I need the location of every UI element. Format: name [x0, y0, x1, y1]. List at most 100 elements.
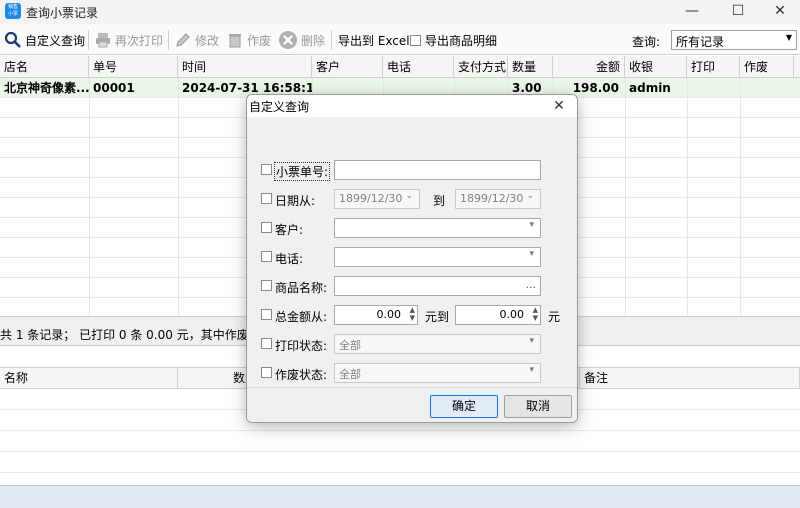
void-status-label: 作废状态:: [275, 368, 328, 382]
list-item: [0, 452, 800, 473]
void-label: 作废: [247, 33, 272, 48]
toolbar-separator: [331, 30, 332, 50]
toolbar-separator: [88, 30, 89, 50]
ok-button[interactable]: 确定: [430, 395, 498, 418]
amount-from-spinner[interactable]: 0.00 ▲ ▼: [334, 305, 418, 325]
dialog-title-bar: 自定义查询 ✕: [247, 95, 577, 117]
cell-store: 北京神奇像素...: [4, 81, 89, 95]
column-header-customer[interactable]: 客户: [312, 56, 383, 78]
void-status-select[interactable]: 全部 ▾: [334, 363, 541, 383]
receipt-grid-header: 店名 单号 时间 客户 电话 支付方式 数量 金额 收银 打印 作废: [0, 56, 800, 78]
receipt-no-input[interactable]: [334, 160, 541, 180]
spinner-arrows-icon[interactable]: ▲ ▼: [410, 306, 415, 322]
column-header-qty[interactable]: 数量: [508, 56, 553, 78]
amount-to-label: 元到: [425, 310, 450, 324]
customer-label: 客户:: [275, 223, 304, 237]
customer-checkbox[interactable]: [261, 222, 272, 233]
chevron-down-icon: ▾: [529, 249, 534, 259]
trash-icon: [229, 34, 241, 48]
grid-column-line: [89, 78, 90, 316]
print-status-select[interactable]: 全部 ▾: [334, 334, 541, 354]
query-label: 查询:: [632, 35, 661, 49]
customer-select[interactable]: ▾: [334, 218, 541, 238]
phone-select[interactable]: ▾: [334, 247, 541, 267]
cell-cashier: admin: [629, 81, 671, 95]
minimize-button[interactable]: —: [670, 0, 714, 24]
delete-button[interactable]: 删除: [278, 28, 325, 52]
pencil-icon: [176, 33, 190, 47]
printer-icon: [96, 33, 110, 48]
product-checkbox[interactable]: [261, 280, 272, 291]
column-header-voided[interactable]: 作废: [740, 56, 794, 78]
column-header-store[interactable]: 店名: [0, 56, 89, 78]
chevron-down-icon: ⌄: [405, 191, 413, 201]
void-status-value: 全部: [339, 368, 361, 381]
column-header-number[interactable]: 单号: [89, 56, 178, 78]
date-checkbox[interactable]: [261, 193, 272, 204]
void-status-checkbox[interactable]: [261, 367, 272, 378]
dialog-body: 小票单号: 日期从: 1899/12/30 ⌄ 到 1899/12/30 ⌄ 客…: [247, 117, 577, 387]
print-status-value: 全部: [339, 339, 361, 352]
toolbar-separator: [168, 30, 169, 50]
amount-from-value: 0.00: [376, 308, 402, 321]
list-item: [0, 431, 800, 452]
column-header-printed[interactable]: 打印: [687, 56, 740, 78]
maximize-button[interactable]: ☐: [716, 0, 760, 24]
browse-ellipsis-icon[interactable]: ...: [526, 278, 537, 291]
date-from-value: 1899/12/30: [339, 192, 403, 205]
receipt-no-label: 小票单号:: [273, 162, 331, 181]
grid-column-line: [740, 78, 741, 316]
modify-button[interactable]: 修改: [174, 28, 219, 52]
column-header-payment[interactable]: 支付方式: [454, 56, 508, 78]
grid-column-line: [687, 78, 688, 316]
close-window-button[interactable]: ✕: [758, 0, 800, 24]
void-button[interactable]: 作废: [226, 28, 271, 52]
modify-label: 修改: [195, 33, 220, 48]
column-header-time[interactable]: 时间: [178, 56, 312, 78]
grid-column-line: [625, 78, 626, 316]
query-select-value: 所有记录: [676, 35, 725, 49]
column-header-cashier[interactable]: 收银: [625, 56, 687, 78]
magnifier-icon: [4, 31, 21, 48]
date-to-value: 1899/12/30: [460, 192, 524, 205]
toolbar: 自定义查询 再次打印 修改 作废 删除 导出到 Excel 导出商品明细 查询:…: [0, 24, 800, 55]
export-items-checkbox[interactable]: 导出商品明细: [410, 28, 497, 52]
date-to-picker[interactable]: 1899/12/30 ⌄: [455, 189, 541, 209]
checkbox-icon: [410, 34, 421, 46]
column-header-name[interactable]: 名称: [0, 368, 178, 389]
chevron-down-icon: ⌄: [526, 191, 534, 201]
cancel-button[interactable]: 取消: [504, 395, 572, 418]
dialog-close-icon[interactable]: ✕: [545, 95, 573, 117]
delete-label: 删除: [301, 33, 326, 48]
chevron-down-icon: ▾: [529, 365, 534, 375]
date-to-label: 到: [433, 194, 446, 208]
title-bar: 销售 小票 查询小票记录 — ☐ ✕: [0, 0, 800, 24]
dialog-title: 自定义查询: [249, 100, 310, 114]
column-header-phone[interactable]: 电话: [383, 56, 454, 78]
column-header-remark[interactable]: 备注: [580, 368, 800, 389]
export-items-label: 导出商品明细: [425, 33, 498, 48]
amount-to-spinner[interactable]: 0.00 ▲ ▼: [455, 305, 541, 325]
chevron-down-icon: ▾: [529, 336, 534, 346]
amount-checkbox[interactable]: [261, 309, 272, 320]
status-bar: [0, 485, 800, 508]
app-icon: 销售 小票: [5, 3, 21, 19]
chevron-down-icon: ▾: [529, 220, 534, 230]
export-excel-label: 导出到 Excel: [338, 33, 410, 48]
date-from-picker[interactable]: 1899/12/30 ⌄: [334, 189, 420, 209]
custom-query-button[interactable]: 自定义查询: [4, 28, 85, 52]
column-header-amount[interactable]: 金额: [553, 56, 625, 78]
product-label: 商品名称:: [275, 281, 328, 295]
phone-checkbox[interactable]: [261, 251, 272, 262]
amount-unit-label: 元: [548, 310, 561, 324]
query-select[interactable]: 所有记录 ▼: [671, 30, 797, 50]
export-excel-button[interactable]: 导出到 Excel: [338, 28, 410, 52]
print-status-checkbox[interactable]: [261, 338, 272, 349]
product-input[interactable]: ...: [334, 276, 541, 296]
chevron-down-icon: ▼: [785, 33, 792, 42]
spinner-arrows-icon[interactable]: ▲ ▼: [533, 306, 538, 322]
cell-number: 00001: [93, 81, 135, 95]
receipt-no-checkbox[interactable]: [261, 164, 272, 175]
reprint-button[interactable]: 再次打印: [94, 28, 163, 52]
grid-column-line: [178, 78, 179, 316]
